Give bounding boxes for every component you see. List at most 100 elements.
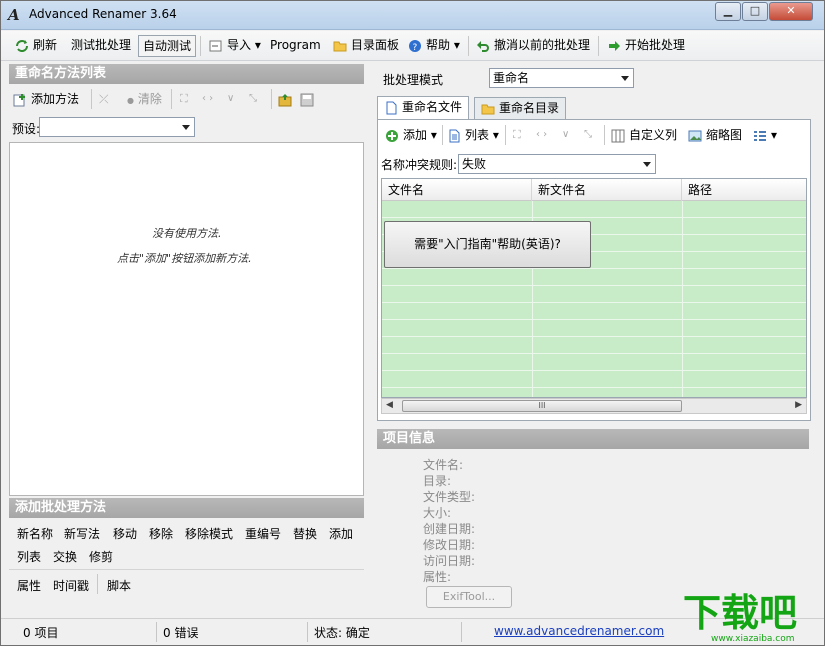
method-link-swap[interactable]: 交换 [53, 548, 77, 565]
chevron-down-icon[interactable]: ∨ [562, 125, 569, 147]
chevron-down-icon [182, 125, 190, 130]
conflict-rule-select[interactable]: 失败 [458, 154, 656, 174]
methods-list-panel[interactable]: 没有使用方法. 点击"添加"按钮添加新方法. [9, 142, 364, 496]
start-batch-label: 开始批处理 [625, 38, 685, 52]
info-attributes-label: 属性: [423, 568, 451, 585]
add-files-menu-button[interactable]: 添加 ▾ [385, 125, 437, 147]
info-created-label: 创建日期: [423, 520, 475, 537]
methods-divider [9, 569, 364, 570]
method-link-add[interactable]: 添加 [329, 525, 353, 542]
maximize-button[interactable]: □ [742, 2, 768, 21]
collapse-icon[interactable]: ⤡ [249, 89, 257, 111]
preset-select[interactable] [39, 117, 195, 137]
grid-row-line [382, 353, 807, 354]
column-header-filename[interactable]: 文件名 [382, 179, 532, 201]
clear-label: 清除 [138, 92, 162, 106]
tab-rename-files[interactable]: 重命名文件 [377, 96, 469, 120]
grid-horizontal-scrollbar[interactable]: ◀ III ▶ [381, 398, 807, 414]
toolbar-divider [200, 36, 201, 56]
auto-test-toggle[interactable]: 自动测试 [138, 35, 196, 57]
method-link-list[interactable]: 列表 [17, 548, 41, 565]
tab-rename-folders[interactable]: 重命名目录 [474, 97, 566, 119]
help-menu-button[interactable]: ?帮助 ▾ [406, 35, 462, 57]
scroll-right-icon[interactable]: ▶ [795, 400, 802, 410]
custom-columns-button[interactable]: 自定义列 [611, 125, 677, 147]
chevron-down-icon [643, 162, 651, 167]
app-logo-icon: A [8, 6, 24, 24]
directory-panel-button[interactable]: 目录面板 [331, 35, 401, 57]
svg-text:下载吧: 下载吧 [683, 591, 797, 635]
method-link-move[interactable]: 移动 [113, 525, 137, 542]
close-button[interactable]: ✕ [769, 2, 813, 21]
item-info-header: 项目信息 [377, 429, 809, 449]
scrollbar-thumb[interactable]: III [402, 400, 682, 412]
clear-button[interactable]: ● 清除 [127, 89, 162, 111]
start-batch-button[interactable]: 开始批处理 [605, 35, 687, 57]
status-divider [461, 622, 462, 642]
file-grid[interactable]: 文件名 新文件名 路径 [381, 178, 807, 398]
watermark-logo-graphic: 下载吧 www.xiazaiba.com [681, 586, 821, 644]
expand-icon[interactable]: ⛶ [180, 89, 188, 111]
website-link[interactable]: www.advancedrenamer.com [494, 624, 664, 638]
column-header-new-filename[interactable]: 新文件名 [532, 179, 682, 201]
add-files-label: 添加 [403, 128, 427, 142]
method-link-remove-pattern[interactable]: 移除模式 [185, 525, 233, 542]
arrow-right-icon [607, 39, 621, 53]
save-preset-button[interactable] [300, 89, 318, 111]
open-preset-button[interactable] [278, 89, 296, 111]
move-up-icon[interactable]: ‹ › [536, 125, 547, 147]
help-label: 帮助 [426, 38, 450, 52]
undo-batch-button[interactable]: 撤消以前的批处理 [474, 35, 592, 57]
view-mode-button[interactable]: ▾ [753, 125, 777, 147]
collapse-icon[interactable]: ⤡ [584, 125, 592, 147]
info-filename-label: 文件名: [423, 456, 463, 473]
undo-batch-label: 撤消以前的批处理 [494, 38, 590, 52]
method-link-new-case[interactable]: 新写法 [64, 525, 100, 542]
list-menu-button[interactable]: 列表 ▾ [447, 125, 499, 147]
import-menu-button[interactable]: 导入 ▾ [207, 35, 263, 57]
getting-started-help-button[interactable]: 需要"入门指南"帮助(英语)? [384, 221, 591, 268]
exiftool-button[interactable]: ExifTool... [426, 586, 512, 608]
add-method-button[interactable]: 添加方法 [13, 89, 79, 111]
toolbar-divider [604, 125, 605, 145]
conflict-rule-value: 失败 [462, 157, 486, 171]
method-link-attributes[interactable]: 属性 [17, 577, 41, 594]
empty-methods-note: 没有使用方法. [152, 225, 222, 241]
method-link-renumber[interactable]: 重编号 [245, 525, 281, 542]
clear-dot-icon: ● [127, 96, 134, 105]
batch-mode-select[interactable]: 重命名 [489, 68, 634, 88]
magic-wand-icon[interactable]: ⤫ [99, 89, 109, 111]
expand-icon[interactable]: ⛶ [513, 125, 521, 147]
column-header-path[interactable]: 路径 [682, 179, 807, 201]
method-link-trim[interactable]: 修剪 [89, 548, 113, 565]
status-divider [307, 622, 308, 642]
refresh-button[interactable]: 刷新 [13, 35, 59, 57]
program-button[interactable]: Program [268, 35, 323, 57]
method-link-timestamp[interactable]: 时间戳 [53, 577, 89, 594]
thumbnail-button[interactable]: 缩略图 [688, 125, 742, 147]
folder-icon [333, 39, 347, 53]
folder-icon [481, 102, 495, 116]
import-label: 导入 [227, 38, 251, 52]
info-accessed-label: 访问日期: [423, 552, 475, 569]
minimize-button[interactable]: ▁ [715, 2, 741, 21]
method-link-script[interactable]: 脚本 [107, 577, 131, 594]
test-batch-button[interactable]: 测试批处理 [69, 35, 133, 57]
import-icon [209, 39, 223, 53]
move-up-icon[interactable]: ‹ › [202, 89, 213, 111]
view-list-icon [753, 129, 767, 143]
add-method-label: 添加方法 [31, 92, 79, 106]
grid-row-line [382, 370, 807, 371]
scroll-left-icon[interactable]: ◀ [386, 400, 393, 410]
grid-row-line [382, 336, 807, 337]
method-link-remove[interactable]: 移除 [149, 525, 173, 542]
batch-mode-label: 批处理模式 [383, 71, 443, 88]
conflict-rule-label: 名称冲突规则: [381, 156, 457, 173]
tab-rename-files-label: 重命名文件 [402, 100, 462, 114]
list-icon [447, 129, 461, 143]
grid-row-line [382, 302, 807, 303]
method-link-new-name[interactable]: 新名称 [17, 525, 53, 542]
xiazaiba-watermark-logo: 下载吧 www.xiazaiba.com [681, 586, 821, 644]
method-link-replace[interactable]: 替换 [293, 525, 317, 542]
chevron-down-icon[interactable]: ∨ [227, 89, 234, 111]
